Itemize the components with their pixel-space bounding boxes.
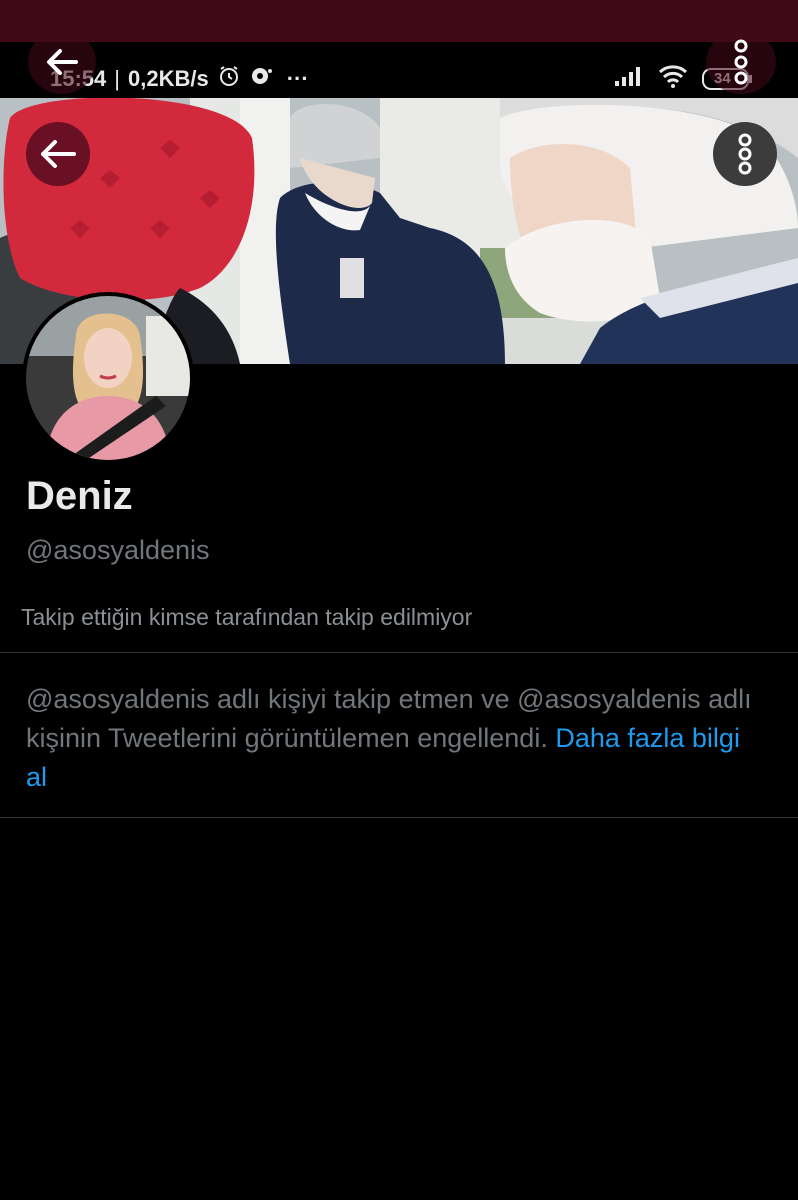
divider [0, 817, 798, 818]
avatar[interactable] [22, 292, 194, 464]
status-bar: 15:54 | 0,2KB/s ··· 34 [0, 42, 798, 98]
signal-icon [614, 65, 644, 92]
more-vertical-icon [734, 39, 748, 85]
wifi-icon [658, 64, 688, 93]
overlay-back-button[interactable] [28, 30, 96, 94]
more-vertical-icon [738, 133, 752, 175]
more-options-button[interactable] [713, 122, 777, 186]
overlay-more-button[interactable] [706, 30, 776, 94]
status-more: ··· [286, 66, 309, 91]
status-speed: 0,2KB/s [128, 66, 209, 91]
profile-name: Deniz [26, 474, 133, 518]
back-button[interactable] [26, 122, 90, 186]
followers-you-know-note: Takip ettiğin kimse tarafından takip edi… [21, 604, 473, 630]
avatar-photo [26, 296, 190, 460]
profile-handle: @asosyaldenis [26, 535, 210, 565]
notification-icon [249, 64, 273, 94]
alarm-icon [217, 64, 241, 94]
arrow-left-icon [41, 140, 76, 168]
blocked-notice: @asosyaldenis adlı kişiyi takip etmen ve… [26, 680, 766, 797]
arrow-left-icon [47, 49, 78, 75]
divider [0, 652, 798, 653]
top-status-strip [0, 0, 798, 42]
status-separator: | [114, 66, 120, 91]
